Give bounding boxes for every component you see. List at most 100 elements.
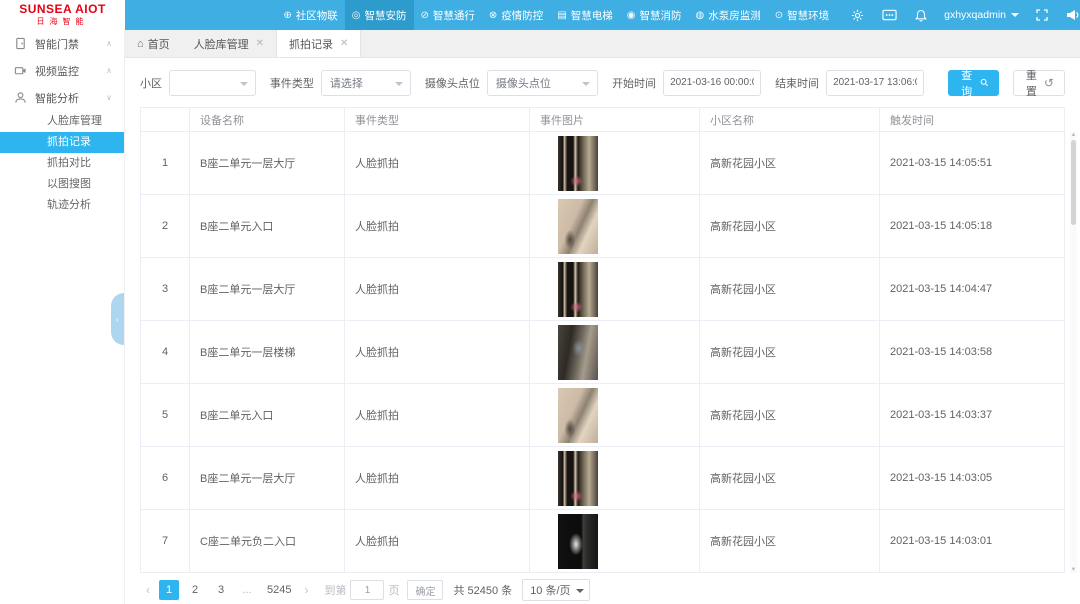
prev-page-icon[interactable]: ‹ — [140, 583, 156, 597]
close-icon[interactable]: ✕ — [256, 38, 264, 49]
sidebar-item-face-library[interactable]: 人脸库管理 — [0, 111, 124, 132]
row-index: 6 — [140, 447, 190, 510]
end-time-label: 结束时间 — [775, 75, 819, 91]
epidemic-icon: ⊗ — [489, 10, 497, 21]
scroll-up-icon[interactable]: ▲ — [1070, 132, 1077, 138]
event-snapshot[interactable] — [558, 136, 598, 191]
table-row: 5 B座二单元入口 人脸抓拍 高新花园小区 2021-03-15 14:03:3… — [140, 384, 1065, 447]
event-type-cell: 人脸抓拍 — [345, 132, 530, 195]
community-cell: 高新花园小区 — [700, 510, 880, 573]
nav-label: 智慧通行 — [433, 8, 475, 23]
event-snapshot[interactable] — [558, 199, 598, 254]
sidebar-item-label: 视频监控 — [35, 63, 79, 79]
nav-item-pump-room[interactable]: ◍ 水泵房监测 — [689, 0, 768, 30]
page-2[interactable]: 2 — [185, 580, 205, 600]
event-snapshot[interactable] — [558, 388, 598, 443]
bell-icon[interactable] — [906, 0, 936, 30]
scroll-down-icon[interactable]: ▼ — [1070, 567, 1077, 573]
event-snapshot[interactable] — [558, 451, 598, 506]
camera-select[interactable]: 摄像头点位 — [487, 70, 598, 96]
event-image-cell — [530, 258, 700, 321]
page-size-value: 10 条/页 — [530, 582, 570, 598]
nav-item-elevator[interactable]: ▤ 智慧电梯 — [550, 0, 619, 30]
brand-name: SUNSEA AIOT — [19, 3, 106, 15]
settings-icon[interactable] — [842, 0, 873, 30]
page-3[interactable]: 3 — [211, 580, 231, 600]
nav-item-fire[interactable]: ◉ 智慧消防 — [620, 0, 689, 30]
event-snapshot[interactable] — [558, 325, 598, 380]
event-type-cell: 人脸抓拍 — [345, 195, 530, 258]
message-card-icon[interactable] — [873, 0, 906, 30]
brand-name-cn: 日海智能 — [37, 17, 89, 27]
tab-label: 首页 — [148, 36, 170, 52]
search-button[interactable]: 查询 — [948, 70, 999, 96]
event-snapshot[interactable] — [558, 514, 598, 569]
event-type-cell: 人脸抓拍 — [345, 510, 530, 573]
device-name-cell: B座二单元一层楼梯 — [190, 321, 345, 384]
table-header: 设备名称 事件类型 事件图片 小区名称 触发时间 — [140, 107, 1065, 132]
chevron-down-icon — [395, 82, 403, 86]
row-index: 3 — [140, 258, 190, 321]
tab-capture-records[interactable]: 抓拍记录 ✕ — [276, 30, 361, 57]
reset-icon: ↺ — [1044, 76, 1054, 90]
community-select[interactable] — [169, 70, 256, 96]
sidebar-item-image-search[interactable]: 以图搜图 — [0, 174, 124, 195]
device-name-cell: C座二单元负二入口 — [190, 510, 345, 573]
nav-item-access[interactable]: ⊘ 智慧通行 — [414, 0, 482, 30]
tab-bar: ⌂ 首页 人脸库管理 ✕ 抓拍记录 ✕ — [125, 30, 1080, 58]
top-toolbar: gxhyxqadmin — [836, 0, 1080, 30]
page-ellipsis: ... — [237, 580, 257, 600]
end-time-input[interactable] — [826, 70, 924, 96]
user-menu[interactable]: gxhyxqadmin — [936, 9, 1027, 21]
brand-logo: SUNSEA AIOT 日海智能 — [0, 0, 125, 30]
nav-label: 智慧环境 — [787, 8, 829, 23]
sidebar-item-capture-compare[interactable]: 抓拍对比 — [0, 153, 124, 174]
fire-icon: ◉ — [627, 10, 636, 21]
nav-item-environment[interactable]: ⊙ 智慧环境 — [768, 0, 836, 30]
event-snapshot[interactable] — [558, 262, 598, 317]
person-icon — [14, 91, 27, 104]
device-name-cell: B座二单元入口 — [190, 195, 345, 258]
nav-item-security[interactable]: ◎ 智慧安防 — [345, 0, 414, 30]
close-icon[interactable]: ✕ — [340, 38, 348, 49]
community-iot-icon: ⊕ — [283, 10, 291, 21]
sidebar-collapse-handle[interactable]: ‹ — [111, 293, 124, 345]
page-size-select[interactable]: 10 条/页 — [522, 579, 589, 601]
tab-face-library[interactable]: 人脸库管理 ✕ — [182, 30, 276, 57]
event-type-select[interactable]: 请选择 — [321, 70, 411, 96]
pagination: ‹ 1 2 3 ... 5245 › 到第 页 确定 共 52450 条 10 … — [140, 579, 1065, 601]
announcement-icon[interactable] — [1057, 0, 1080, 30]
fullscreen-icon[interactable] — [1027, 0, 1057, 30]
access-icon: ⊘ — [421, 10, 429, 21]
door-icon — [14, 37, 27, 50]
goto-confirm-button[interactable]: 确定 — [407, 580, 443, 600]
row-index: 2 — [140, 195, 190, 258]
nav-item-epidemic[interactable]: ⊗ 疫情防控 — [482, 0, 550, 30]
trigger-time-cell: 2021-03-15 14:03:58 — [880, 321, 1065, 384]
sidebar-item-door-access[interactable]: 智能门禁 ∧ — [0, 30, 124, 57]
sidebar-item-capture-records[interactable]: 抓拍记录 — [0, 132, 124, 153]
goto-label: 到第 — [324, 582, 346, 598]
reset-button[interactable]: 重置 ↺ — [1013, 70, 1065, 96]
page-last[interactable]: 5245 — [263, 580, 295, 600]
sidebar-item-smart-analysis[interactable]: 智能分析 ∨ — [0, 84, 124, 111]
scrollbar-thumb[interactable] — [1071, 140, 1076, 225]
tab-home[interactable]: ⌂ 首页 — [125, 30, 182, 57]
chevron-down-icon — [582, 82, 590, 86]
table-row: 1 B座二单元一层大厅 人脸抓拍 高新花园小区 2021-03-15 14:05… — [140, 132, 1065, 195]
sidebar-item-video-monitor[interactable]: 视频监控 ∧ — [0, 57, 124, 84]
nav-item-community-iot[interactable]: ⊕ 社区物联 — [276, 0, 344, 30]
table-row: 7 C座二单元负二入口 人脸抓拍 高新花园小区 2021-03-15 14:03… — [140, 510, 1065, 573]
table-row: 2 B座二单元入口 人脸抓拍 高新花园小区 2021-03-15 14:05:1… — [140, 195, 1065, 258]
goto-suffix: 页 — [388, 582, 399, 598]
event-type-cell: 人脸抓拍 — [345, 321, 530, 384]
start-time-input[interactable] — [663, 70, 761, 96]
next-page-icon[interactable]: › — [298, 583, 314, 597]
page-1[interactable]: 1 — [159, 580, 179, 600]
table-scrollbar[interactable]: ▲ ▼ — [1070, 132, 1077, 573]
nav-label: 疫情防控 — [501, 8, 543, 23]
event-image-cell — [530, 321, 700, 384]
goto-page-input[interactable] — [350, 580, 384, 600]
sidebar-item-trajectory[interactable]: 轨迹分析 — [0, 195, 124, 216]
community-cell: 高新花园小区 — [700, 195, 880, 258]
